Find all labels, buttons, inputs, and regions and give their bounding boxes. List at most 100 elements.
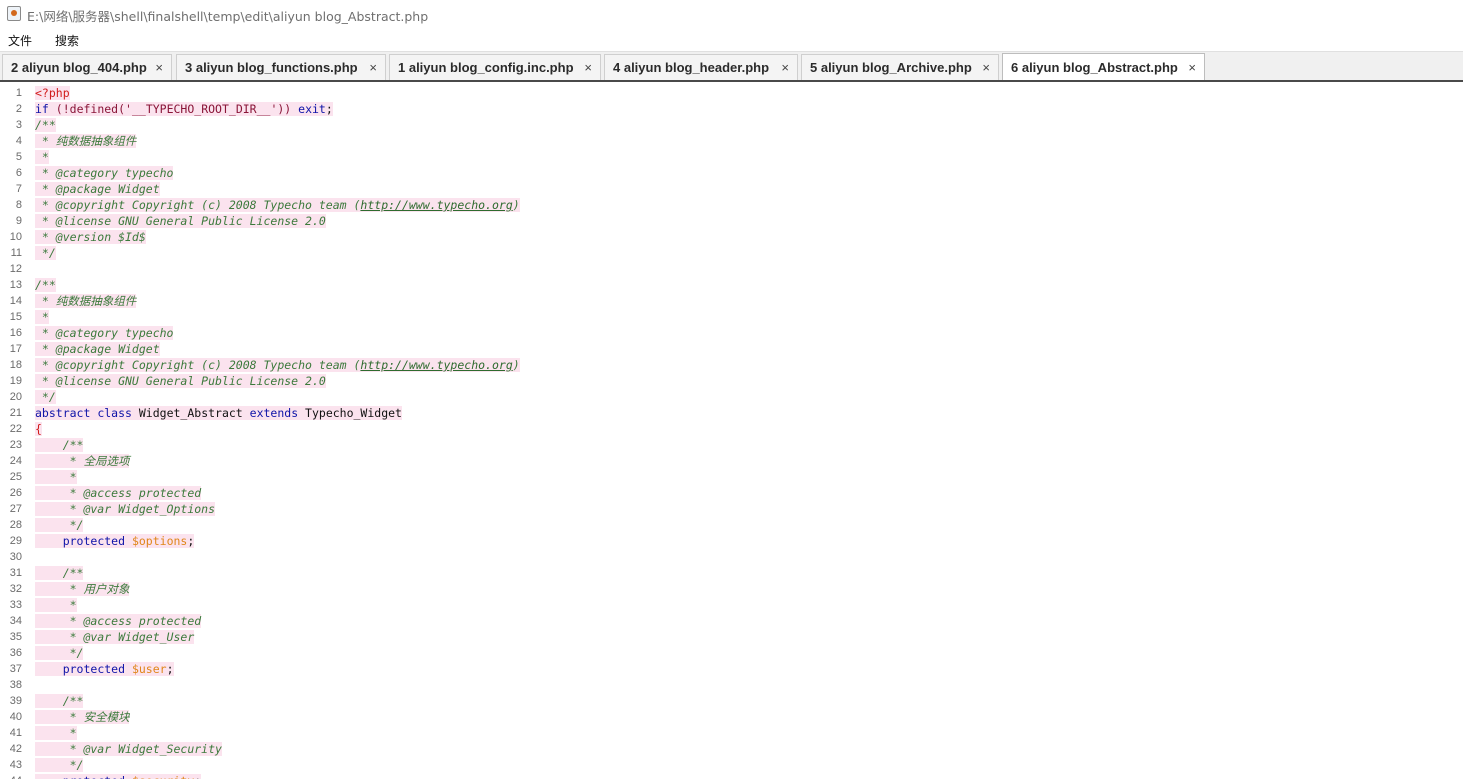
code-text: * @license GNU General Public License 2.…	[35, 373, 326, 389]
code-text: */	[35, 517, 84, 533]
code-text: * @category typecho	[35, 325, 174, 341]
code-token	[35, 662, 63, 676]
code-text: /**	[35, 693, 84, 709]
code-text: *	[35, 309, 49, 325]
code-token: * @var Widget_User	[35, 630, 195, 644]
line-number: 4	[15, 135, 22, 147]
code-line: 9 * @license GNU General Public License …	[0, 213, 1463, 229]
line-number: 37	[9, 663, 22, 675]
code-token	[35, 534, 63, 548]
code-token: class	[97, 406, 132, 420]
code-line: 17 * @package Widget	[0, 341, 1463, 357]
code-text: *	[35, 725, 77, 741]
code-token: * @license GNU General Public License 2.…	[35, 374, 326, 388]
line-number: 7	[15, 183, 22, 195]
code-text: * 安全模块	[35, 709, 130, 725]
code-line: 13 /**	[0, 277, 1463, 293]
line-number: 14	[9, 295, 22, 307]
tab-header[interactable]: 4 aliyun blog_header.php ×	[604, 54, 798, 80]
code-line: 14 * 纯数据抽象组件	[0, 293, 1463, 309]
code-text: protected $options;	[35, 533, 195, 549]
code-token: *	[35, 470, 77, 484]
code-token: *	[35, 598, 77, 612]
code-token: http://www.typecho.org	[360, 198, 513, 212]
code-line: 19 * @license GNU General Public License…	[0, 373, 1463, 389]
code-line: 8 * @copyright Copyright (c) 2008 Typech…	[0, 197, 1463, 213]
code-line: 3 /**	[0, 117, 1463, 133]
close-icon[interactable]: ×	[1188, 60, 1196, 75]
line-number: 38	[9, 679, 22, 691]
code-text: protected $security;	[35, 773, 202, 779]
line-number: 29	[9, 535, 22, 547]
tab-functions[interactable]: 3 aliyun blog_functions.php ×	[176, 54, 386, 80]
code-token: Typecho_Widget	[298, 406, 402, 420]
line-number: 8	[15, 199, 22, 211]
code-token: */	[35, 246, 56, 260]
code-token: * @version $Id$	[35, 230, 146, 244]
code-text: protected $user;	[35, 661, 174, 677]
code-token: $security	[131, 774, 195, 779]
code-token: http://www.typecho.org	[360, 358, 513, 372]
line-number: 39	[9, 695, 22, 707]
code-line: 28 */	[0, 517, 1463, 533]
line-number: 12	[9, 263, 22, 275]
code-token: * @package Widget	[35, 342, 160, 356]
line-number: 30	[9, 551, 22, 563]
close-icon[interactable]: ×	[155, 60, 163, 75]
close-icon[interactable]: ×	[982, 60, 990, 75]
code-token: protected	[62, 534, 126, 548]
code-text: <?php	[35, 85, 70, 101]
code-token: (	[48, 102, 63, 116]
menu-bar: 文件 搜索	[0, 28, 1463, 51]
code-line: 39 /**	[0, 693, 1463, 709]
code-token: * 全局选项	[35, 454, 130, 468]
code-token: * @category typecho	[35, 166, 174, 180]
code-text: */	[35, 757, 84, 773]
close-icon[interactable]: ×	[369, 60, 377, 75]
code-token: (	[118, 102, 126, 116]
code-text: * @version $Id$	[35, 229, 146, 245]
menu-search[interactable]: 搜索	[55, 32, 79, 49]
code-token: *	[35, 310, 49, 324]
code-text: * @license GNU General Public License 2.…	[35, 213, 326, 229]
code-token: protected	[62, 774, 126, 779]
code-text: *	[35, 469, 77, 485]
close-icon[interactable]: ×	[781, 60, 789, 75]
code-token: * @var Widget_Security	[35, 742, 222, 756]
code-token: protected	[62, 662, 126, 676]
code-text: /**	[35, 565, 84, 581]
code-line: 41 *	[0, 725, 1463, 741]
code-text: */	[35, 389, 56, 405]
menu-file[interactable]: 文件	[8, 32, 32, 49]
code-text: * @access protected	[35, 485, 202, 501]
code-token: * @category typecho	[35, 326, 174, 340]
code-line: 5 *	[0, 149, 1463, 165]
line-number: 18	[9, 359, 22, 371]
tab-abstract[interactable]: 6 aliyun blog_Abstract.php ×	[1002, 53, 1205, 81]
code-token	[125, 774, 132, 779]
tab-config[interactable]: 1 aliyun blog_config.inc.php ×	[389, 54, 601, 80]
code-line: 7 * @package Widget	[0, 181, 1463, 197]
line-number: 41	[9, 727, 22, 739]
code-text: * 用户对象	[35, 581, 130, 597]
code-line: 33 *	[0, 597, 1463, 613]
line-number: 31	[9, 567, 22, 579]
code-line: 42 * @var Widget_Security	[0, 741, 1463, 757]
code-line: 27 * @var Widget_Options	[0, 501, 1463, 517]
code-token: *	[35, 726, 77, 740]
code-token: * @access protected	[35, 486, 202, 500]
tab-404[interactable]: 2 aliyun blog_404.php ×	[2, 54, 172, 80]
line-number: 15	[9, 311, 22, 323]
code-editor[interactable]: 1 <?php 2 if (!defined('__TYPECHO_ROOT_DIR_…	[0, 82, 1463, 779]
line-number: 17	[9, 343, 22, 355]
line-number: 35	[9, 631, 22, 643]
code-token: /**	[35, 278, 56, 292]
code-text: */	[35, 245, 56, 261]
code-token: ;	[166, 662, 174, 676]
code-line: 6 * @category typecho	[0, 165, 1463, 181]
code-text: * @category typecho	[35, 165, 174, 181]
close-icon[interactable]: ×	[584, 60, 592, 75]
tab-archive[interactable]: 5 aliyun blog_Archive.php ×	[801, 54, 999, 80]
code-line: 30	[0, 549, 1463, 565]
code-line: 24 * 全局选项	[0, 453, 1463, 469]
